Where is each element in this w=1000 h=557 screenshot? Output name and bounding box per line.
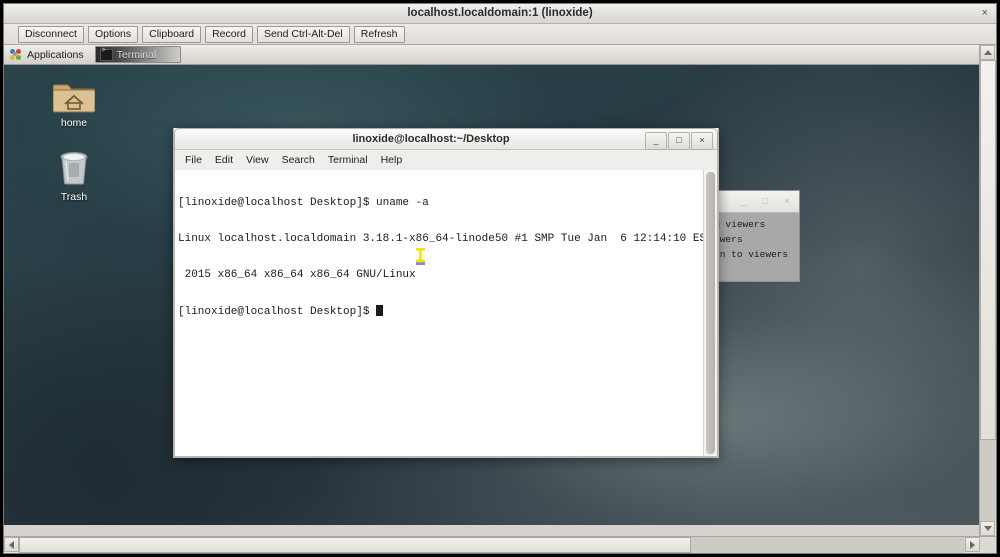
options-button[interactable]: Options <box>88 26 138 43</box>
home-folder-icon <box>53 78 95 114</box>
terminal-icon <box>100 49 113 61</box>
terminal-cursor <box>376 305 383 316</box>
terminal-window: linoxide@localhost:~/Desktop _ □ × File … <box>173 128 719 458</box>
terminal-title: linoxide@localhost:~/Desktop <box>215 129 647 150</box>
gnome-top-panel: Applications Terminal <box>4 45 979 65</box>
viewer-horizontal-scrollbar[interactable] <box>4 536 996 553</box>
maximize-icon[interactable]: □ <box>668 132 690 150</box>
minimize-icon[interactable]: _ <box>645 132 667 150</box>
refresh-button[interactable]: Refresh <box>354 26 405 43</box>
desktop-icon-trash[interactable]: Trash <box>38 150 110 203</box>
terminal-body[interactable]: [linoxide@localhost Desktop]$ uname -a L… <box>174 170 718 457</box>
send-ctrl-alt-del-button[interactable]: Send Ctrl-Alt-Del <box>257 26 350 43</box>
viewer-vertical-scroll-track[interactable] <box>980 60 996 521</box>
terminal-window-buttons: _ □ × <box>645 132 713 150</box>
menu-item-terminal[interactable]: Terminal <box>328 154 368 166</box>
close-icon[interactable]: × <box>691 132 713 150</box>
viewer-vertical-scroll-thumb[interactable] <box>980 60 996 440</box>
minimize-icon[interactable]: _ <box>735 194 751 208</box>
viewer-horizontal-scroll-thumb[interactable] <box>19 537 691 553</box>
desktop-icon-trash-label: Trash <box>38 191 110 203</box>
terminal-scrollbar-thumb[interactable] <box>706 172 715 454</box>
terminal-output[interactable]: [linoxide@localhost Desktop]$ uname -a L… <box>175 170 703 456</box>
menu-item-file[interactable]: File <box>185 154 202 166</box>
menu-item-help[interactable]: Help <box>381 154 403 166</box>
clipboard-button[interactable]: Clipboard <box>142 26 201 43</box>
maximize-icon[interactable]: □ <box>757 194 773 208</box>
remote-desktop[interactable]: Applications Terminal home <box>4 45 979 525</box>
vnc-viewer-title: localhost.localdomain:1 (linoxide) <box>4 4 996 23</box>
close-icon[interactable]: × <box>779 194 795 208</box>
terminal-line: Linux localhost.localdomain 3.18.1-x86_6… <box>178 233 703 245</box>
viewer-horizontal-scroll-track[interactable] <box>19 537 965 553</box>
close-icon[interactable]: × <box>982 4 988 23</box>
vnc-viewer-toolbar: Disconnect Options Clipboard Record Send… <box>4 24 996 45</box>
menu-item-view[interactable]: View <box>246 154 269 166</box>
menu-item-edit[interactable]: Edit <box>215 154 233 166</box>
scroll-left-icon[interactable] <box>4 537 19 552</box>
scroll-right-icon[interactable] <box>965 537 980 552</box>
vnc-viewer-window: localhost.localdomain:1 (linoxide) × Dis… <box>3 3 997 554</box>
terminal-scrollbar[interactable] <box>703 170 717 456</box>
scroll-down-icon[interactable] <box>980 521 995 536</box>
desktop-icon-home-label: home <box>38 117 110 129</box>
vnc-canvas-area: Applications Terminal home <box>4 45 996 536</box>
viewer-vertical-scrollbar[interactable] <box>979 45 996 536</box>
terminal-line: 2015 x86_64 x86_64 x86_64 GNU/Linux <box>178 269 703 281</box>
applications-menu-button[interactable]: Applications <box>4 45 92 64</box>
terminal-prompt: [linoxide@localhost Desktop]$ <box>178 306 376 318</box>
gnome-foot-icon <box>10 49 22 61</box>
scrollbar-corner <box>980 537 996 553</box>
desktop-icon-home[interactable]: home <box>38 78 110 129</box>
menu-item-search[interactable]: Search <box>282 154 315 166</box>
record-button[interactable]: Record <box>205 26 253 43</box>
scroll-up-icon[interactable] <box>980 45 995 60</box>
terminal-line: [linoxide@localhost Desktop]$ uname -a <box>178 197 703 209</box>
trash-can-icon <box>57 150 91 188</box>
terminal-prompt-line: [linoxide@localhost Desktop]$ <box>178 305 703 317</box>
disconnect-button[interactable]: Disconnect <box>18 26 84 43</box>
vnc-viewer-titlebar: localhost.localdomain:1 (linoxide) × <box>4 4 996 24</box>
taskbar-item-terminal[interactable]: Terminal <box>95 46 181 63</box>
applications-menu-label: Applications <box>27 49 84 61</box>
terminal-menubar: File Edit View Search Terminal Help <box>174 150 718 170</box>
vnc-config-window-buttons: _ □ × <box>735 194 795 208</box>
taskbar-item-terminal-label: Terminal <box>117 49 157 61</box>
terminal-titlebar: linoxide@localhost:~/Desktop _ □ × <box>174 128 718 150</box>
